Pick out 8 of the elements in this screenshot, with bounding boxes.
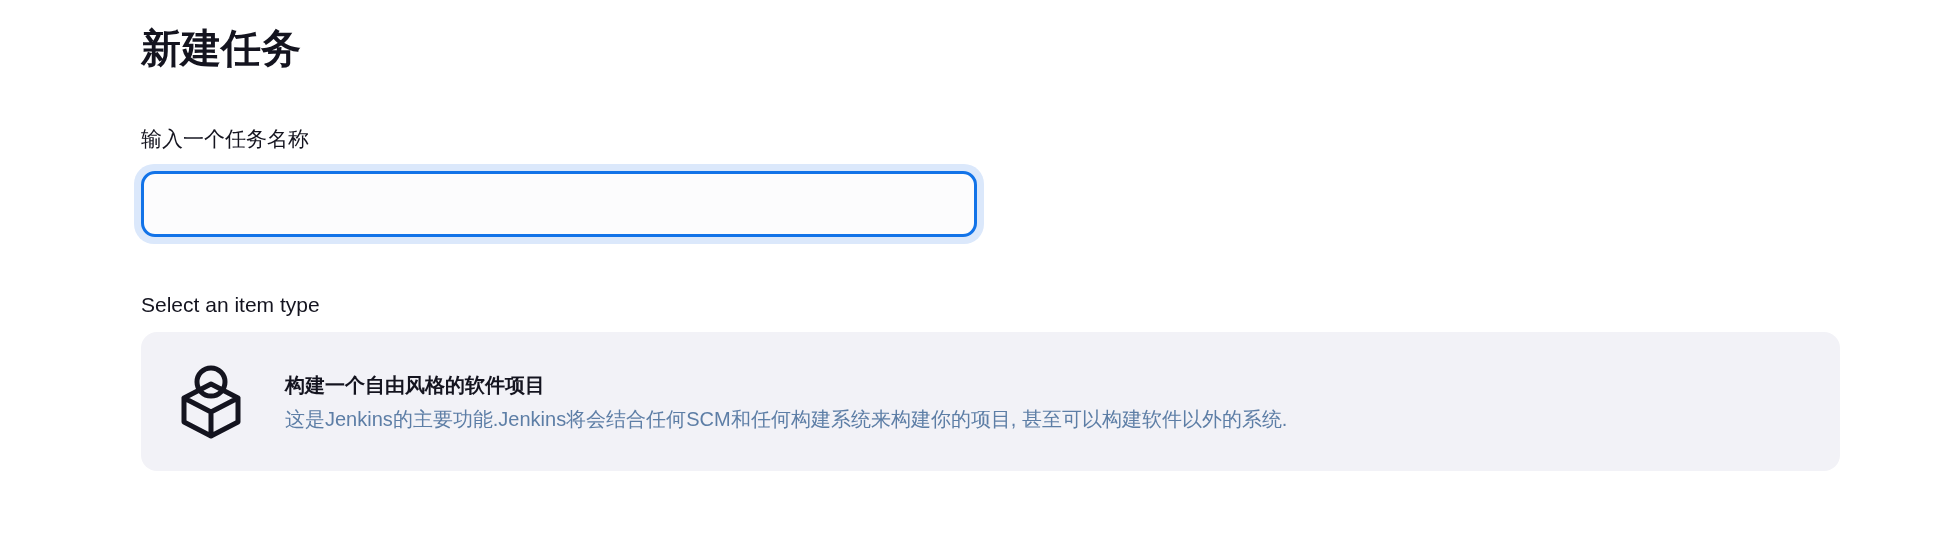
name-input-field[interactable] [141,171,977,237]
item-type-description: 这是Jenkins的主要功能.Jenkins将会结合任何SCM和任何构建系统来构建你的项目, 甚至可以构建软件以外的系统. [285,406,1288,432]
field-label: 输入一个任务名称 [141,126,309,152]
section-heading: Select an item type [141,292,320,318]
page-title: 新建任务 [141,25,301,72]
package-icon [179,364,243,439]
item-type-title: 构建一个自由风格的软件项目 [285,372,545,398]
item-type-option[interactable]: 构建一个自由风格的软件项目 这是Jenkins的主要功能.Jenkins将会结合任何SCM和任何构建系统来构建你的项目, 甚至可以构建软件以外的系统. [141,332,1840,471]
